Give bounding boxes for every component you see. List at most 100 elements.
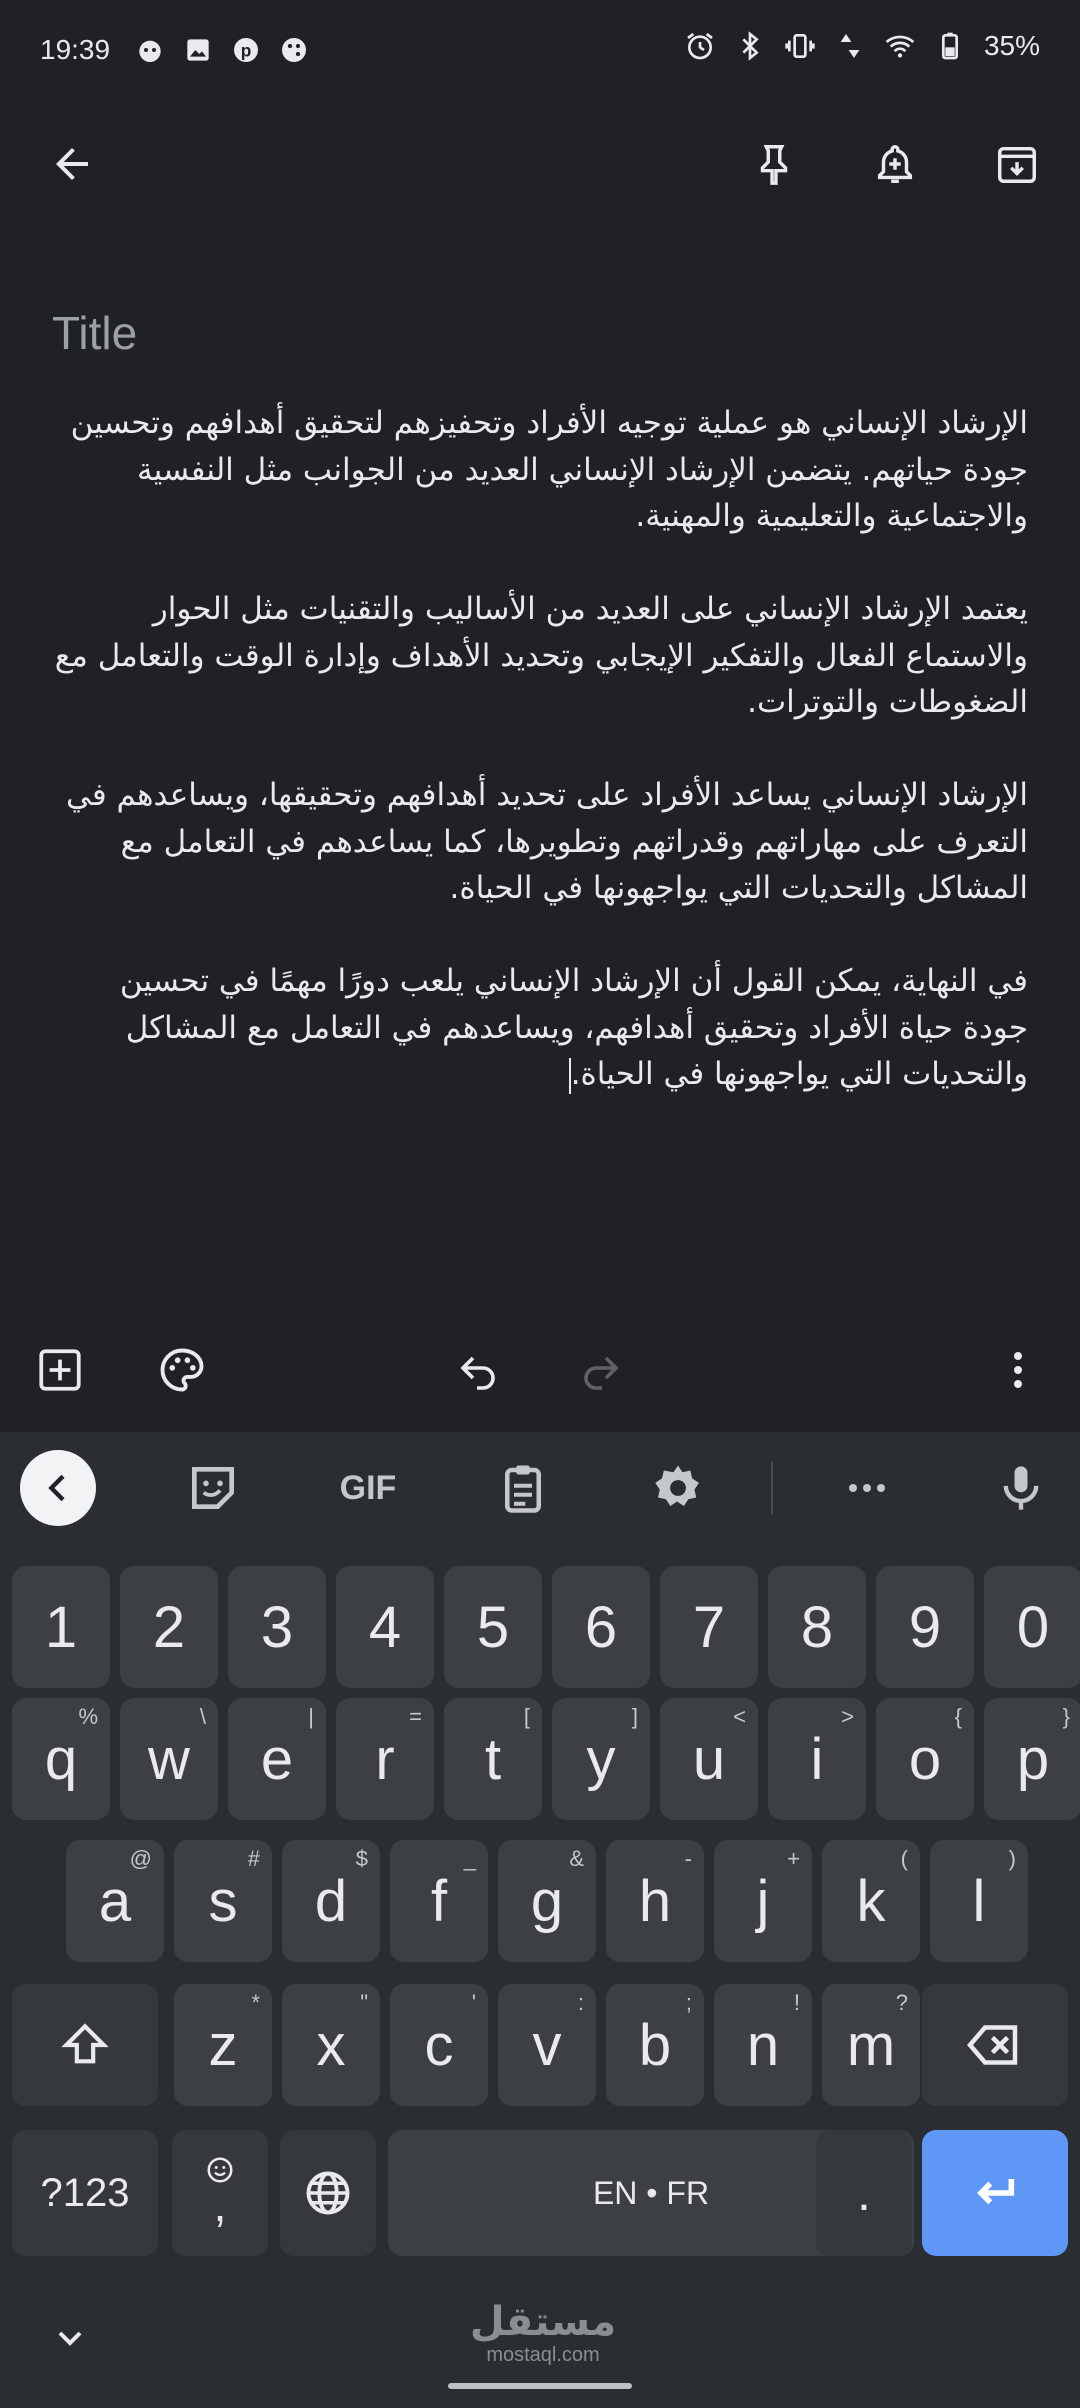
key-m[interactable]: m? bbox=[822, 1984, 920, 2106]
key-label: u bbox=[692, 1726, 726, 1792]
sticker-icon bbox=[192, 1467, 234, 1509]
key-9[interactable]: 9 bbox=[876, 1566, 974, 1688]
key-f[interactable]: f _ bbox=[390, 1840, 488, 1962]
key-hint: * bbox=[251, 1990, 260, 2015]
hide-keyboard-button[interactable] bbox=[44, 2312, 96, 2364]
key-s[interactable]: s # bbox=[174, 1840, 272, 1962]
key-b[interactable]: b; bbox=[606, 1984, 704, 2106]
reminder-button[interactable] bbox=[861, 130, 929, 198]
key-3[interactable]: 3 bbox=[228, 1566, 326, 1688]
emoji-comma-key[interactable]: , bbox=[172, 2130, 268, 2256]
key-d[interactable]: d $ bbox=[282, 1840, 380, 1962]
more-options-button[interactable] bbox=[984, 1336, 1052, 1404]
add-content-button[interactable] bbox=[26, 1336, 94, 1404]
key-g[interactable]: g & bbox=[498, 1840, 596, 1962]
key-o[interactable]: o{ bbox=[876, 1698, 974, 1820]
key-z[interactable]: z * bbox=[174, 1984, 272, 2106]
pin-button[interactable] bbox=[740, 130, 808, 198]
key-hint: } bbox=[1062, 1704, 1070, 1729]
key-hint: @ bbox=[129, 1846, 152, 1871]
note-paragraph-4: في النهاية، يمكن القول أن الإرشاد الإنسا… bbox=[52, 958, 1028, 1098]
note-paragraph-3: الإرشاد الإنساني يساعد الأفراد على تحديد… bbox=[66, 777, 1028, 906]
game-icon bbox=[282, 38, 306, 62]
key-c[interactable]: c ' bbox=[390, 1984, 488, 2106]
redo-button[interactable] bbox=[566, 1336, 634, 1404]
key-x[interactable]: x " bbox=[282, 1984, 380, 2106]
key-hint: ( bbox=[900, 1846, 908, 1871]
palette-icon bbox=[160, 1348, 204, 1392]
key-u[interactable]: u < bbox=[660, 1698, 758, 1820]
key-w[interactable]: w \ bbox=[120, 1698, 218, 1820]
key-a[interactable]: a @ bbox=[66, 1840, 164, 1962]
key-label: e bbox=[260, 1726, 294, 1792]
key-i[interactable]: i > bbox=[768, 1698, 866, 1820]
key-e[interactable]: e | bbox=[228, 1698, 326, 1820]
settings-button[interactable] bbox=[640, 1450, 716, 1526]
key-n[interactable]: n! bbox=[714, 1984, 812, 2106]
key-y[interactable]: y] bbox=[552, 1698, 650, 1820]
key-p[interactable]: p} bbox=[984, 1698, 1080, 1820]
key-1[interactable]: 1 bbox=[12, 1566, 110, 1688]
globe-icon bbox=[306, 2171, 350, 2215]
more-tools-button[interactable] bbox=[829, 1450, 905, 1526]
key-hint: _ bbox=[463, 1846, 476, 1871]
key-hint: < bbox=[733, 1704, 746, 1729]
key-label: 2 bbox=[152, 1594, 186, 1660]
archive-button[interactable] bbox=[983, 130, 1051, 198]
home-indicator[interactable] bbox=[448, 2383, 632, 2389]
key-6[interactable]: 6 bbox=[552, 1566, 650, 1688]
symbols-key[interactable]: ?123 bbox=[12, 2130, 158, 2256]
key-label: i bbox=[810, 1726, 824, 1792]
key-label: x bbox=[316, 2012, 346, 2078]
watermark: مستقل mostaql.com bbox=[458, 2300, 628, 2366]
note-title-field[interactable]: Title bbox=[52, 306, 137, 360]
color-palette-button[interactable] bbox=[148, 1336, 216, 1404]
key-label: a bbox=[98, 1868, 132, 1934]
collapse-button[interactable] bbox=[20, 1450, 96, 1526]
key-q[interactable]: q% bbox=[12, 1698, 110, 1820]
key-r[interactable]: r = bbox=[336, 1698, 434, 1820]
key-label: g bbox=[530, 1868, 564, 1934]
period-key[interactable]: . bbox=[816, 2130, 912, 2256]
key-j[interactable]: j + bbox=[714, 1840, 812, 1962]
settings-icon bbox=[655, 1465, 699, 1506]
status-time: 19:39 bbox=[40, 34, 111, 65]
mic-icon bbox=[1003, 1466, 1039, 1510]
voice-input-button[interactable] bbox=[983, 1450, 1059, 1526]
collapse-icon bbox=[48, 1474, 65, 1502]
redo-icon bbox=[584, 1356, 619, 1390]
key-l[interactable]: l) bbox=[930, 1840, 1028, 1962]
pinterest-icon: p bbox=[234, 38, 258, 62]
gif-button[interactable]: GIF bbox=[330, 1450, 406, 1526]
key-t[interactable]: t[ bbox=[444, 1698, 542, 1820]
key-5[interactable]: 5 bbox=[444, 1566, 542, 1688]
key-0[interactable]: 0 bbox=[984, 1566, 1080, 1688]
key-hint: ] bbox=[631, 1704, 638, 1729]
key-label: 7 bbox=[692, 1594, 726, 1660]
key-hint: " bbox=[360, 1990, 368, 2015]
key-label: l bbox=[972, 1868, 986, 1934]
key-7[interactable]: 7 bbox=[660, 1566, 758, 1688]
key-4[interactable]: 4 bbox=[336, 1566, 434, 1688]
svg-text:p: p bbox=[241, 41, 252, 61]
clipboard-button[interactable] bbox=[485, 1450, 561, 1526]
key-h[interactable]: h- bbox=[606, 1840, 704, 1962]
note-body-text[interactable]: الإرشاد الإنساني هو عملية توجيه الأفراد … bbox=[52, 400, 1028, 1144]
shift-key[interactable] bbox=[12, 1984, 158, 2106]
key-v[interactable]: v: bbox=[498, 1984, 596, 2106]
key-2[interactable]: 2 bbox=[120, 1566, 218, 1688]
system-icons: 35% bbox=[684, 30, 1040, 62]
note-paragraph-2: يعتمد الإرشاد الإنساني على العديد من الأ… bbox=[54, 591, 1028, 720]
language-key[interactable] bbox=[280, 2130, 376, 2256]
key-label: f bbox=[430, 1868, 448, 1934]
key-k[interactable]: k( bbox=[822, 1840, 920, 1962]
backspace-key[interactable] bbox=[922, 1984, 1068, 2106]
keyboard-suggestion-strip: GIF bbox=[0, 1432, 1080, 1544]
undo-button[interactable] bbox=[445, 1336, 513, 1404]
back-button[interactable] bbox=[38, 130, 106, 198]
add-box-icon bbox=[39, 1349, 81, 1391]
enter-key[interactable] bbox=[922, 2130, 1068, 2256]
sticker-button[interactable] bbox=[175, 1450, 251, 1526]
return-icon bbox=[977, 2179, 1015, 2205]
key-8[interactable]: 8 bbox=[768, 1566, 866, 1688]
